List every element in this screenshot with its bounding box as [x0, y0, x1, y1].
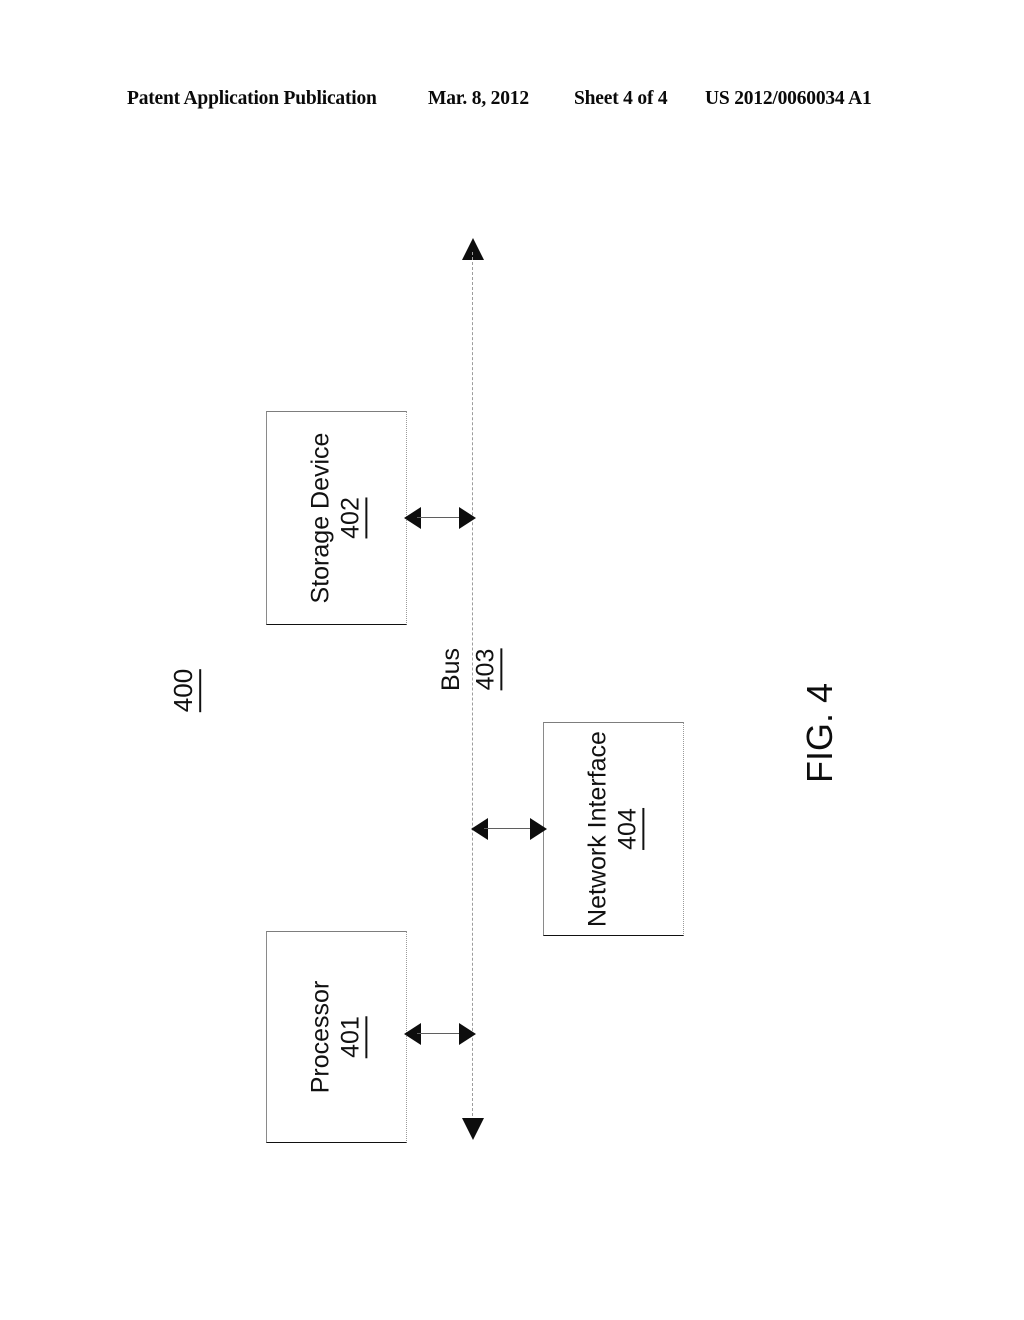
bus-line: [472, 252, 473, 1136]
block-network-interface-reference: 404: [612, 731, 644, 927]
connector-shaft: [484, 828, 534, 829]
bus-label: Bus: [437, 647, 466, 692]
block-network-interface: Network Interface 404: [543, 722, 684, 936]
assembly-reference-400: 400: [168, 668, 202, 713]
arrowhead-right-icon: [459, 1023, 476, 1045]
block-processor-title: Processor: [305, 980, 334, 1094]
arrowhead-left-icon: [404, 507, 421, 529]
figure-4-drawing: 400 Bus 403 Storage Device 402 Processor: [0, 0, 1024, 1320]
block-storage-device-label-group: Storage Device 402: [305, 432, 367, 604]
assembly-reference-400-text: 400: [168, 668, 202, 713]
figure-caption: FIG. 4: [799, 682, 841, 784]
connector-storage-device-to-bus: [404, 507, 476, 529]
arrowhead-right-icon: [459, 507, 476, 529]
block-network-interface-label-group: Network Interface 404: [582, 731, 644, 927]
patent-figure-page: Patent Application Publication Mar. 8, 2…: [0, 0, 1024, 1320]
bus-arrowhead-top-icon: [462, 238, 484, 260]
connector-shaft: [417, 517, 463, 518]
block-network-interface-reference-text: 404: [612, 808, 644, 850]
arrowhead-right-icon: [530, 818, 547, 840]
connector-processor-to-bus: [404, 1023, 476, 1045]
bus-reference-403: 403: [471, 648, 503, 691]
block-storage-device: Storage Device 402: [266, 411, 407, 625]
bus-arrowhead-bottom-icon: [462, 1118, 484, 1140]
block-storage-device-title: Storage Device: [305, 432, 334, 604]
arrowhead-left-icon: [404, 1023, 421, 1045]
block-storage-device-reference: 402: [335, 433, 367, 604]
connector-bus-to-network-interface: [471, 818, 547, 840]
block-processor-reference-text: 401: [335, 1016, 367, 1058]
arrowhead-left-icon: [471, 818, 488, 840]
block-processor-label-group: Processor 401: [305, 980, 367, 1094]
block-storage-device-reference-text: 402: [335, 497, 367, 539]
block-network-interface-title: Network Interface: [582, 731, 611, 927]
block-processor-reference: 401: [335, 981, 367, 1094]
connector-shaft: [417, 1033, 463, 1034]
bus-reference-403-text: 403: [471, 648, 503, 691]
block-processor: Processor 401: [266, 931, 407, 1143]
